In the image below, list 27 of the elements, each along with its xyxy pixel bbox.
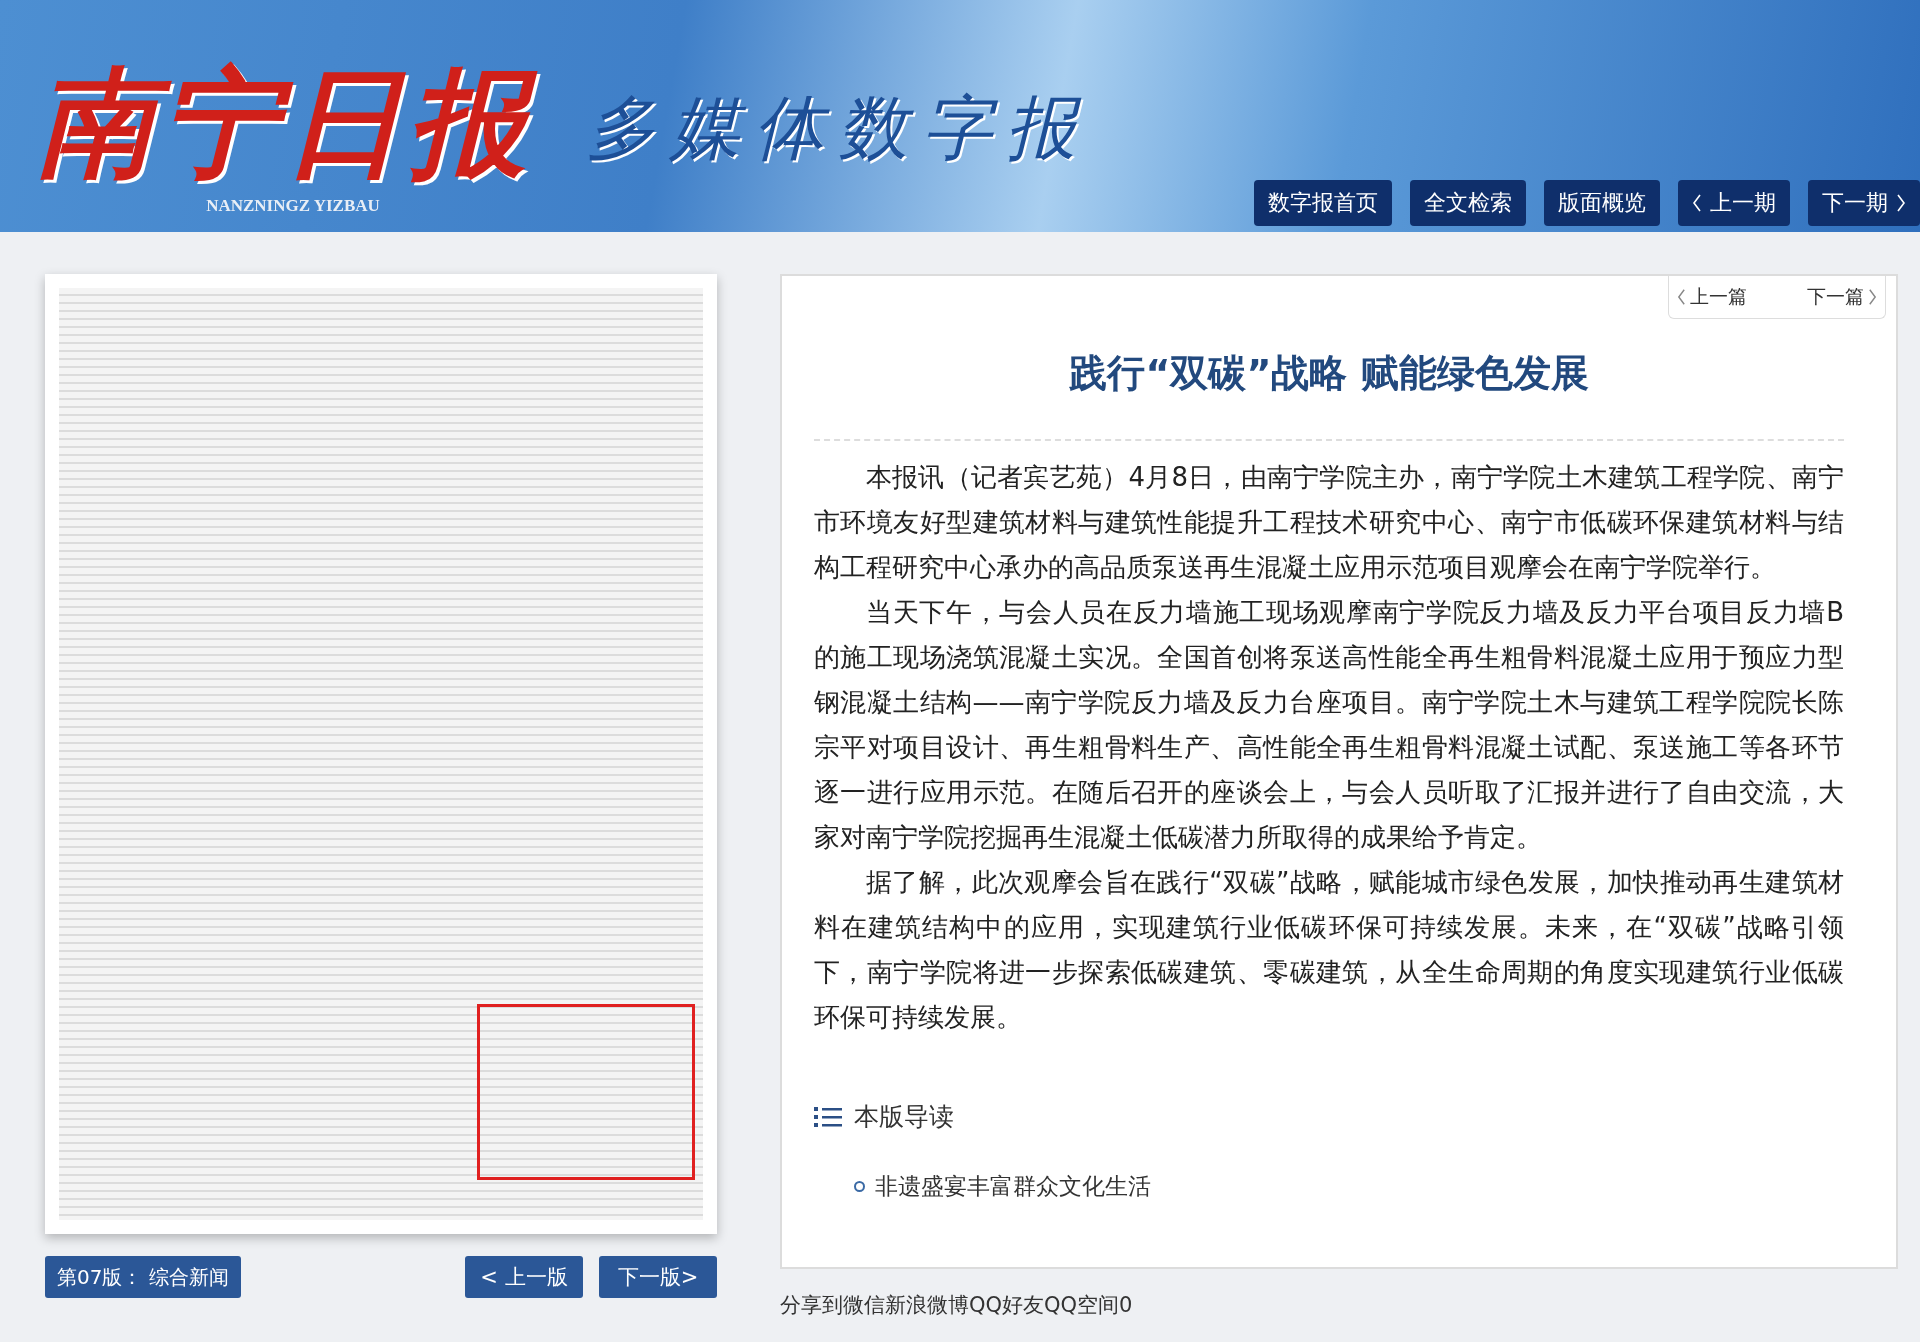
next-article-link[interactable]: 下一篇 <box>1807 284 1877 310</box>
prev-page-button[interactable]: < 上一版 <box>465 1256 583 1298</box>
nav-button[interactable]: 数字报首页 <box>1254 180 1392 226</box>
article-highlight-frame[interactable] <box>477 1004 695 1180</box>
list-icon <box>814 1104 842 1129</box>
chevron-right-icon <box>1896 193 1906 213</box>
article-paragraph: 本报讯（记者宾艺苑）4月8日，由南宁学院主办，南宁学院土木建筑工程学院、南宁市环境友好型建筑材料与建筑性能提升工程技术研究中心、南宁市低碳环保建筑材料与结构工程研究中心承办的高品质泵送再生混凝土应用示范项目观摩会在南宁学院举行。 <box>814 461 1844 584</box>
article-paragraph: 据了解，此次观摩会旨在践行“双碳”战略，赋能城市绿色发展，加快推动再生建筑材料在建筑结构中的应用，实现建筑行业低碳环保可持续发展。未来，在“双碳”战略引领下，南宁学院将进一步探索低碳建筑、零碳建筑，从全生命周期的角度实现建筑行业低碳环保可持续发展。 <box>814 866 1844 1034</box>
guide-heading: 本版导读 <box>854 1101 954 1133</box>
page-label[interactable]: 第07版： 综合新闻 <box>45 1256 241 1298</box>
nav-button[interactable]: 版面概览 <box>1544 180 1660 226</box>
article-paragraph: 当天下午，与会人员在反力墙施工现场观摩南宁学院反力墙及反力平台项目反力墙B的施工现场浇筑混凝土实况。全国首创将泵送高性能全再生粗骨料混凝土应用于预应力型钢混凝土结构——南宁学院反力墙及反力台座项目。南宁学院土木与建筑工程学院院长陈宗平对项目设计、再生粗骨料生产、高性能全再生粗骨料混凝土试配、泵送施工等各环节逐一进行应用示范。在随后召开的座谈会上，与会人员听取了汇报并进行了自由交流，大家对南宁学院挖掘再生混凝土低碳潜力所取得的成果给予肯定。 <box>814 596 1844 854</box>
prev-article-link[interactable]: 上一篇 <box>1677 284 1747 310</box>
nav-button[interactable]: 下一期 <box>1808 180 1920 226</box>
logo-title: 南宁日报 <box>30 48 556 196</box>
logo-subtitle: 多媒体数字报 <box>586 86 1090 171</box>
guide-link[interactable]: 非遗盛宴丰富群众文化生活 <box>854 1171 1844 1202</box>
chevron-left-icon <box>1692 193 1702 213</box>
chevron-right-icon <box>1868 288 1877 306</box>
nav-button[interactable]: 上一期 <box>1678 180 1790 226</box>
nav-button[interactable]: 全文检索 <box>1410 180 1526 226</box>
next-page-button[interactable]: 下一版> <box>599 1256 717 1298</box>
logo-pinyin: NANZNINGZ YIZBAU <box>206 196 380 216</box>
share-links[interactable]: 分享到微信新浪微博QQ好友QQ空间0 <box>780 1291 1898 1319</box>
chevron-left-icon <box>1677 288 1686 306</box>
bullet-icon <box>854 1181 865 1192</box>
article-title: 践行“双碳”战略 赋能绿色发展 <box>1068 350 1590 397</box>
